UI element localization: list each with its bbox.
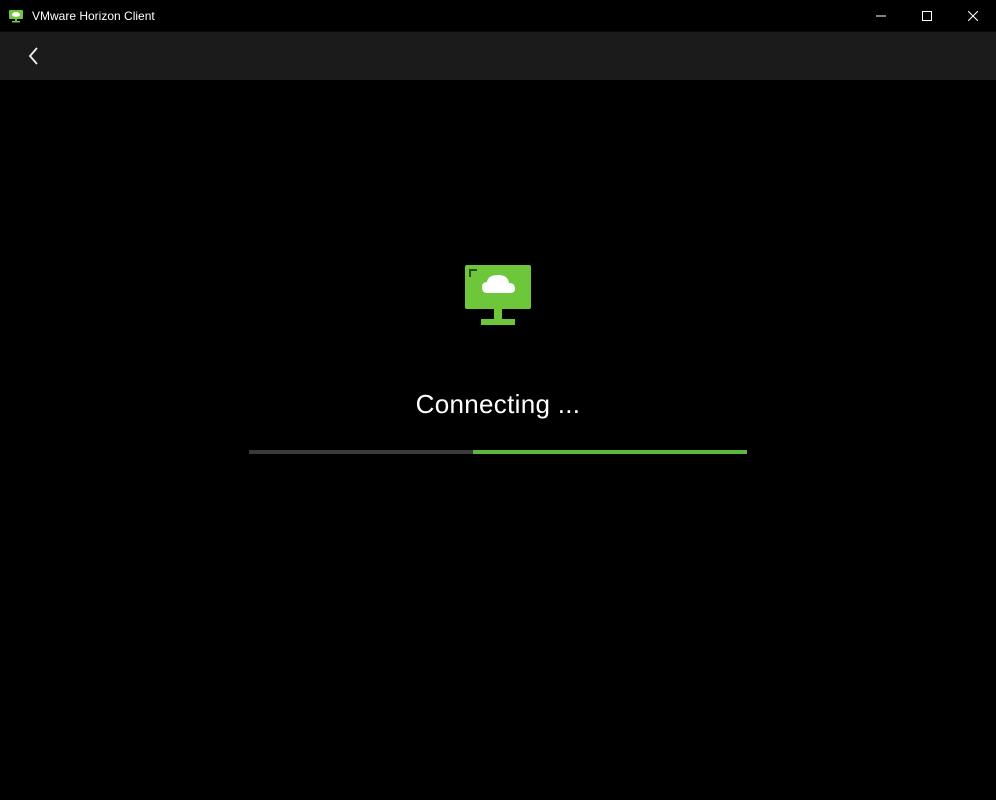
- minimize-button[interactable]: [858, 0, 904, 32]
- connecting-status-text: Connecting ...: [416, 389, 581, 420]
- window-titlebar: VMware Horizon Client: [0, 0, 996, 32]
- close-button[interactable]: [950, 0, 996, 32]
- progress-bar-fill: [473, 450, 747, 454]
- window-title: VMware Horizon Client: [32, 9, 155, 23]
- toolbar: [0, 32, 996, 80]
- horizon-monitor-cloud-icon: [465, 265, 531, 331]
- app-icon: [8, 8, 24, 24]
- content-area: Connecting ...: [0, 80, 996, 800]
- maximize-icon: [922, 11, 932, 21]
- window-controls: [858, 0, 996, 31]
- progress-bar: [249, 450, 747, 454]
- back-button[interactable]: [20, 42, 48, 70]
- titlebar-left: VMware Horizon Client: [8, 8, 155, 24]
- maximize-button[interactable]: [904, 0, 950, 32]
- close-icon: [968, 11, 978, 21]
- app-logo: [465, 265, 531, 331]
- minimize-icon: [876, 11, 886, 21]
- chevron-left-icon: [27, 46, 41, 66]
